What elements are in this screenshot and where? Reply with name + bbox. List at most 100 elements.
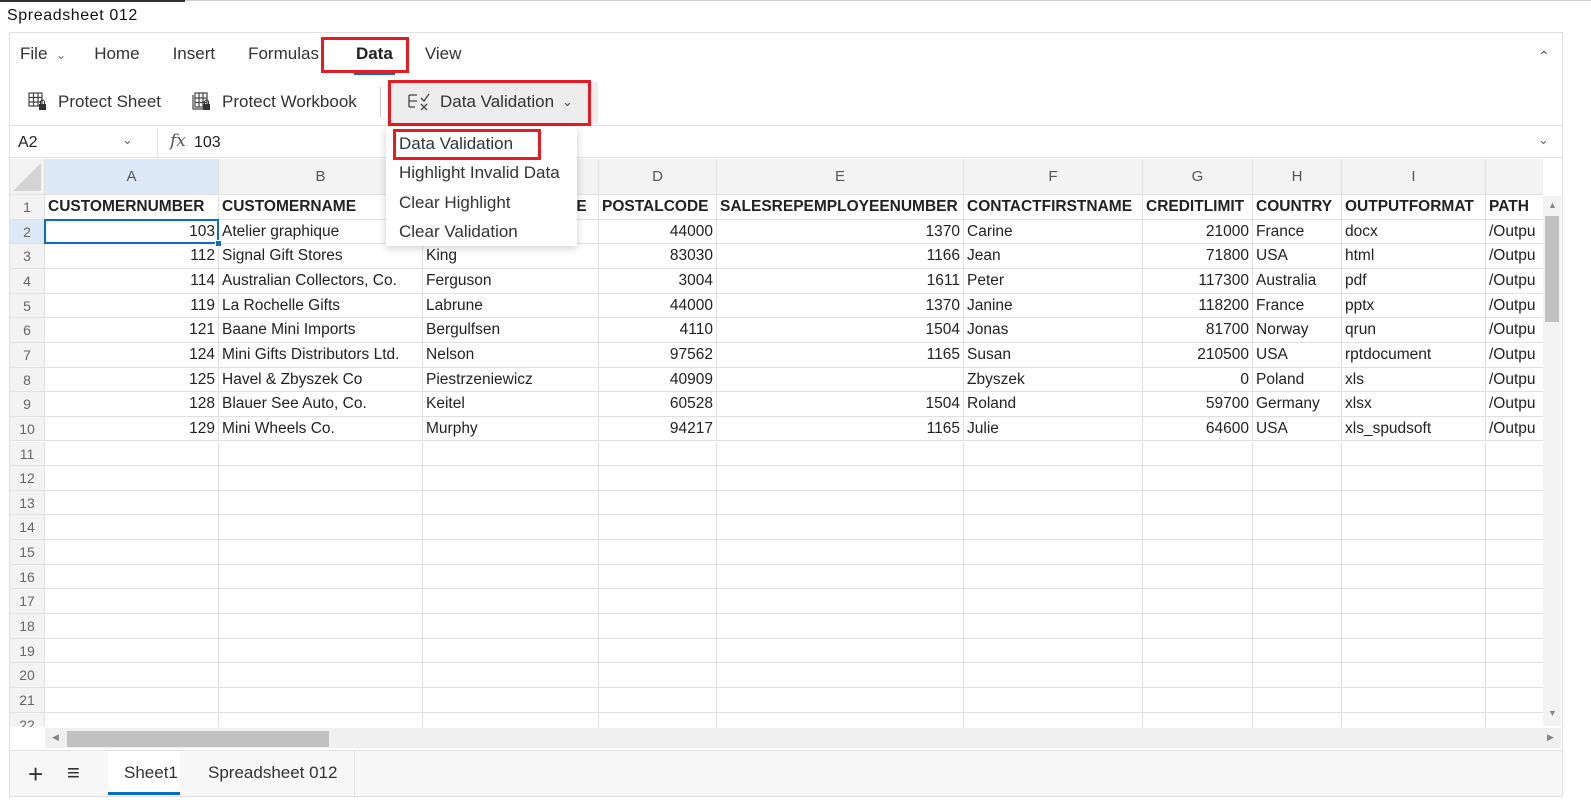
data-cell[interactable] xyxy=(717,367,964,393)
fill-handle[interactable] xyxy=(215,240,222,248)
data-cell[interactable]: 1370 xyxy=(717,219,964,245)
data-cell[interactable]: 1166 xyxy=(717,244,964,269)
sheet-list-menu-icon[interactable]: ≡ xyxy=(67,760,80,786)
row-header[interactable]: 1 xyxy=(10,195,45,220)
data-cell[interactable] xyxy=(45,490,219,516)
data-cell[interactable] xyxy=(717,712,964,727)
data-cell[interactable]: 128 xyxy=(45,392,219,417)
data-cell[interactable] xyxy=(1143,490,1253,516)
data-cell[interactable] xyxy=(1143,515,1253,541)
data-cell[interactable]: Baane Mini Imports xyxy=(219,318,423,343)
data-cell[interactable] xyxy=(964,490,1143,516)
data-cell[interactable]: 125 xyxy=(45,367,219,393)
data-cell[interactable]: Australian Collectors, Co. xyxy=(219,268,423,294)
data-cell[interactable] xyxy=(1486,663,1543,688)
data-cell[interactable] xyxy=(599,688,717,713)
data-cell[interactable]: Ferguson xyxy=(423,268,599,294)
data-cell[interactable] xyxy=(717,540,964,565)
row-header[interactable]: 7 xyxy=(10,342,45,368)
column-header[interactable]: I xyxy=(1342,159,1486,195)
data-cell[interactable]: 1611 xyxy=(717,268,964,294)
data-cell[interactable] xyxy=(1486,515,1543,541)
data-cell[interactable]: 0 xyxy=(1143,367,1253,393)
data-cell[interactable] xyxy=(1143,688,1253,713)
data-cell[interactable]: /Outpu xyxy=(1486,294,1543,319)
data-cell[interactable]: Jonas xyxy=(964,318,1143,343)
data-cell[interactable] xyxy=(964,688,1143,713)
data-cell[interactable]: xls xyxy=(1342,367,1486,393)
row-header[interactable]: 19 xyxy=(10,638,45,664)
data-cell[interactable]: Poland xyxy=(1253,367,1342,393)
data-cell[interactable] xyxy=(1143,564,1253,590)
data-cell[interactable] xyxy=(1253,663,1342,688)
data-cell[interactable] xyxy=(423,466,599,491)
data-cell[interactable] xyxy=(1486,491,1543,516)
data-cell[interactable]: /Outpu xyxy=(1486,417,1543,442)
data-cell[interactable] xyxy=(717,490,964,516)
data-cell[interactable] xyxy=(599,466,717,491)
header-cell[interactable]: OUTPUTFORMAT xyxy=(1342,195,1486,220)
data-cell[interactable] xyxy=(1143,712,1253,727)
tab-insert[interactable]: Insert xyxy=(173,44,216,70)
name-box[interactable]: A2 xyxy=(18,134,38,152)
data-cell[interactable] xyxy=(1253,490,1342,516)
data-cell[interactable]: 81700 xyxy=(1143,318,1253,343)
column-header[interactable]: A xyxy=(45,159,219,195)
data-cell[interactable] xyxy=(219,688,423,713)
data-cell[interactable]: Roland xyxy=(964,392,1143,417)
tab-home[interactable]: Home xyxy=(94,44,139,70)
data-cell[interactable]: 118200 xyxy=(1143,293,1253,319)
data-cell[interactable] xyxy=(423,688,599,713)
data-cell[interactable]: 1504 xyxy=(717,318,964,343)
data-cell[interactable]: html xyxy=(1342,244,1486,269)
data-cell[interactable]: 71800 xyxy=(1143,244,1253,269)
data-cell[interactable] xyxy=(717,614,964,639)
row-header[interactable]: 3 xyxy=(10,244,45,269)
data-cell[interactable]: Zbyszek xyxy=(964,367,1143,393)
data-cell[interactable] xyxy=(1342,688,1486,713)
data-cell[interactable]: docx xyxy=(1342,219,1486,245)
data-cell[interactable]: 60528 xyxy=(599,392,717,417)
data-cell[interactable] xyxy=(1342,564,1486,590)
data-cell[interactable] xyxy=(599,638,717,664)
name-box-chevron-icon[interactable]: ⌄ xyxy=(122,132,133,148)
data-cell[interactable] xyxy=(1143,589,1253,615)
row-header[interactable]: 16 xyxy=(10,564,45,590)
row-header[interactable]: 22 xyxy=(10,712,45,727)
tab-file[interactable]: File ⌄ xyxy=(20,44,66,70)
menu-item-highlight-invalid-data[interactable]: Highlight Invalid Data xyxy=(399,163,560,183)
data-cell[interactable] xyxy=(45,589,219,615)
data-cell[interactable] xyxy=(964,515,1143,541)
data-cell[interactable] xyxy=(964,638,1143,664)
data-cell[interactable] xyxy=(1143,638,1253,664)
data-cell[interactable] xyxy=(1486,540,1543,565)
data-cell[interactable] xyxy=(1486,639,1543,664)
data-cell[interactable] xyxy=(1143,441,1253,467)
data-cell[interactable]: pptx xyxy=(1342,293,1486,319)
data-cell[interactable] xyxy=(717,564,964,590)
row-header[interactable]: 12 xyxy=(10,466,45,491)
data-cell[interactable] xyxy=(964,589,1143,615)
column-header[interactable]: H xyxy=(1253,159,1342,195)
column-header[interactable] xyxy=(1486,159,1543,195)
data-cell[interactable]: 210500 xyxy=(1143,342,1253,368)
data-cell[interactable] xyxy=(423,638,599,664)
data-cell[interactable] xyxy=(964,540,1143,565)
row-header[interactable]: 14 xyxy=(10,515,45,541)
data-cell[interactable]: 44000 xyxy=(599,219,717,245)
horizontal-scrollbar[interactable]: ◀ ▶ xyxy=(45,728,1561,748)
header-cell[interactable]: SALESREPEMPLOYEENUMBER xyxy=(717,195,964,220)
data-cell[interactable]: /Outpu xyxy=(1486,368,1543,393)
data-cell[interactable] xyxy=(717,638,964,664)
data-cell[interactable] xyxy=(1486,442,1543,467)
data-cell[interactable]: Bergulfsen xyxy=(423,318,599,343)
data-cell[interactable] xyxy=(1342,663,1486,688)
menu-item-clear-validation[interactable]: Clear Validation xyxy=(399,222,518,242)
data-cell[interactable] xyxy=(219,490,423,516)
data-cell[interactable]: Peter xyxy=(964,268,1143,294)
data-cell[interactable]: 3004 xyxy=(599,268,717,294)
data-cell[interactable] xyxy=(1342,490,1486,516)
data-cell[interactable]: Blauer See Auto, Co. xyxy=(219,392,423,417)
data-cell[interactable] xyxy=(599,515,717,541)
data-cell[interactable] xyxy=(964,614,1143,639)
